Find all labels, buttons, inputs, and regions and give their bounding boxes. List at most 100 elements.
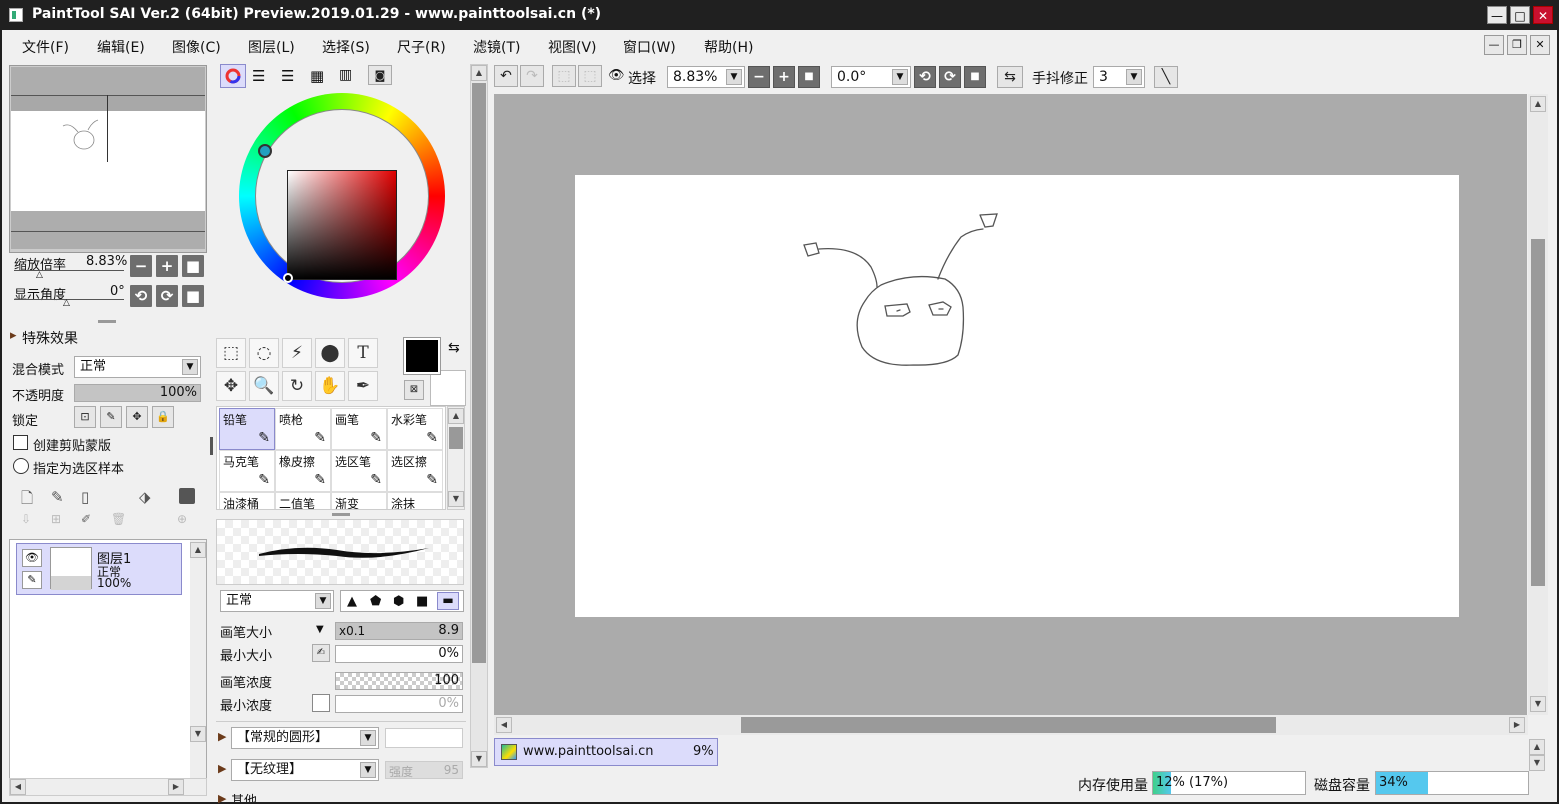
zoom-slider[interactable]	[14, 270, 124, 271]
shape-icon[interactable]: ⬤	[315, 338, 345, 368]
angle-slider-handle[interactable]: △	[63, 298, 70, 308]
scroll-thumb[interactable]	[1531, 239, 1545, 586]
brush-cell[interactable]: 橡皮擦 ✎	[275, 450, 331, 492]
brush-cell[interactable]: 铅笔 ✎	[219, 408, 275, 450]
brush-cell[interactable]: 喷枪 ✎	[275, 408, 331, 450]
layer-list-scrollbar[interactable]: ▲ ▼	[190, 540, 206, 794]
hand-icon[interactable]: ✋	[315, 371, 345, 401]
blend-mode-select[interactable]: 正常 ▼	[74, 356, 201, 378]
texture-expander-icon[interactable]: ▶	[218, 762, 226, 775]
scroll-thumb[interactable]	[741, 717, 1276, 733]
eyedropper-icon[interactable]: ✒	[348, 371, 378, 401]
layer-pencil-icon[interactable]: ✎	[22, 571, 42, 589]
clear-layer-icon[interactable]: ✐	[81, 512, 91, 526]
undo-icon[interactable]: ↶	[494, 65, 518, 87]
straight-line-icon[interactable]: ╲	[1154, 66, 1178, 88]
scratchpad-tab-icon[interactable]: ◙	[368, 65, 392, 85]
scroll-up-icon[interactable]: ▲	[190, 542, 206, 558]
scroll-down-icon[interactable]: ▼	[471, 751, 487, 767]
lock-paint-icon[interactable]: ✎	[100, 406, 122, 428]
transparent-color-icon[interactable]: ⊠	[404, 380, 424, 400]
rotate-reset-button[interactable]: ■	[182, 285, 204, 307]
menu-filter[interactable]: 滤镜(T)	[473, 37, 520, 57]
brush-cell[interactable]: 选区笔 ✎	[331, 450, 387, 492]
brush-size-bar[interactable]: x0.1 8.9	[335, 622, 463, 640]
menu-window[interactable]: 窗口(W)	[623, 37, 676, 57]
toolbar-zoom-in-button[interactable]: +	[773, 66, 795, 88]
brush-texture-select[interactable]: 【无纹理】 ▼	[231, 759, 379, 781]
close-button[interactable]: ✕	[1533, 6, 1553, 24]
document-tab[interactable]: www.painttoolsai.cn 9%	[494, 738, 718, 766]
brush-cell[interactable]: 选区擦 ✎	[387, 450, 443, 492]
primary-color-swatch[interactable]	[403, 337, 441, 375]
scroll-down-icon[interactable]: ▼	[1529, 755, 1545, 771]
navigator-preview[interactable]	[9, 65, 207, 253]
canvas-viewport[interactable]	[494, 94, 1527, 715]
layer-list-hscroll[interactable]: ◀ ▶	[9, 778, 207, 796]
menu-file[interactable]: 文件(F)	[22, 37, 69, 57]
selection-visibility-icon[interactable]: 👁	[608, 68, 625, 83]
toolbar-zoom-out-button[interactable]: −	[748, 66, 770, 88]
lasso-icon[interactable]: ◌	[249, 338, 279, 368]
menu-select[interactable]: 选择(S)	[322, 37, 370, 57]
rgb-slider-tab-icon[interactable]: ☰	[252, 67, 265, 85]
density-bar[interactable]: 100	[335, 672, 463, 690]
zoom-tool-icon[interactable]: 🔍	[249, 371, 279, 401]
canvas-hscrollbar[interactable]: ◀ ▶	[494, 715, 1528, 735]
zoom-select[interactable]: 8.83% ▼	[667, 66, 745, 88]
color-wheel-tab-icon[interactable]	[220, 64, 246, 88]
lock-all-icon[interactable]: 🔒	[152, 406, 174, 428]
menu-ruler[interactable]: 尺子(R)	[397, 37, 446, 57]
layer-effect-icon[interactable]: ⬗	[139, 488, 151, 506]
mixer-tab-icon[interactable]: ▥	[339, 67, 352, 83]
selection-source-radio[interactable]	[13, 458, 29, 474]
doc-minimize-button[interactable]: —	[1484, 35, 1504, 55]
lock-transparency-icon[interactable]: ⊡	[74, 406, 96, 428]
rotate-tool-icon[interactable]: ↻	[282, 371, 312, 401]
stabilizer-select[interactable]: 3 ▼	[1093, 66, 1145, 88]
rotate-right-button[interactable]: ⟳	[156, 285, 178, 307]
maximize-button[interactable]: □	[1510, 6, 1530, 24]
move-icon[interactable]: ✥	[216, 371, 246, 401]
brush-cell[interactable]: 二值笔✎	[275, 492, 331, 509]
minimize-button[interactable]: —	[1487, 6, 1507, 24]
tip-shape-5-icon[interactable]: ▬	[437, 592, 459, 610]
text-tool-icon[interactable]: T	[348, 338, 378, 368]
scroll-up-icon[interactable]: ▲	[1529, 739, 1545, 755]
swap-colors-icon[interactable]: ⇆	[448, 340, 460, 356]
menu-view[interactable]: 视图(V)	[548, 37, 597, 57]
shape-expander-icon[interactable]: ▶	[218, 730, 226, 743]
magic-wand-icon[interactable]: ⚡	[282, 338, 312, 368]
sv-marker[interactable]	[283, 273, 293, 283]
scroll-down-icon[interactable]: ▼	[1530, 696, 1546, 712]
zoom-out-button[interactable]: −	[130, 255, 152, 277]
mask-icon[interactable]	[179, 488, 195, 504]
scroll-right-icon[interactable]: ▶	[1509, 717, 1525, 733]
brush-cell[interactable]: 涂抹✎	[387, 492, 443, 509]
effects-label[interactable]: 特殊效果	[22, 328, 78, 348]
toolbar-rotate-reset-button[interactable]: ■	[964, 66, 986, 88]
brush-cell[interactable]: 渐变✎	[331, 492, 387, 509]
clip-mask-checkbox[interactable]	[13, 435, 28, 450]
flip-horizontal-icon[interactable]: ⇆	[997, 66, 1023, 88]
toolbar-rotate-right-button[interactable]: ⟳	[939, 66, 961, 88]
tip-shape-4-icon[interactable]: ■	[416, 594, 428, 609]
scroll-thumb[interactable]	[449, 427, 463, 449]
min-size-bar[interactable]: 0%	[335, 645, 463, 663]
other-label[interactable]: 其他	[231, 790, 257, 802]
saturation-value-square[interactable]	[287, 170, 397, 280]
brush-mode-select[interactable]: 正常 ▼	[220, 590, 334, 612]
new-linework-layer-icon[interactable]: ✎	[51, 488, 64, 506]
pressure-size-icon[interactable]: ✍	[312, 644, 330, 662]
scroll-up-icon[interactable]: ▲	[1530, 96, 1546, 112]
scroll-up-icon[interactable]: ▲	[471, 65, 487, 81]
canvas-vscrollbar[interactable]: ▲ ▼	[1528, 94, 1548, 715]
layer-row[interactable]: 👁 ✎ 图层1 正常 100%	[16, 543, 182, 595]
menu-edit[interactable]: 编辑(E)	[97, 37, 145, 57]
brush-cell[interactable]: 水彩笔 ✎	[387, 408, 443, 450]
brush-cell[interactable]: 马克笔 ✎	[219, 450, 275, 492]
hsv-slider-tab-icon[interactable]: ☰	[281, 67, 294, 85]
tip-shape-2-icon[interactable]: ⬟	[370, 594, 381, 609]
angle-select[interactable]: 0.0° ▼	[831, 66, 911, 88]
pressure-density-checkbox[interactable]	[312, 694, 330, 712]
